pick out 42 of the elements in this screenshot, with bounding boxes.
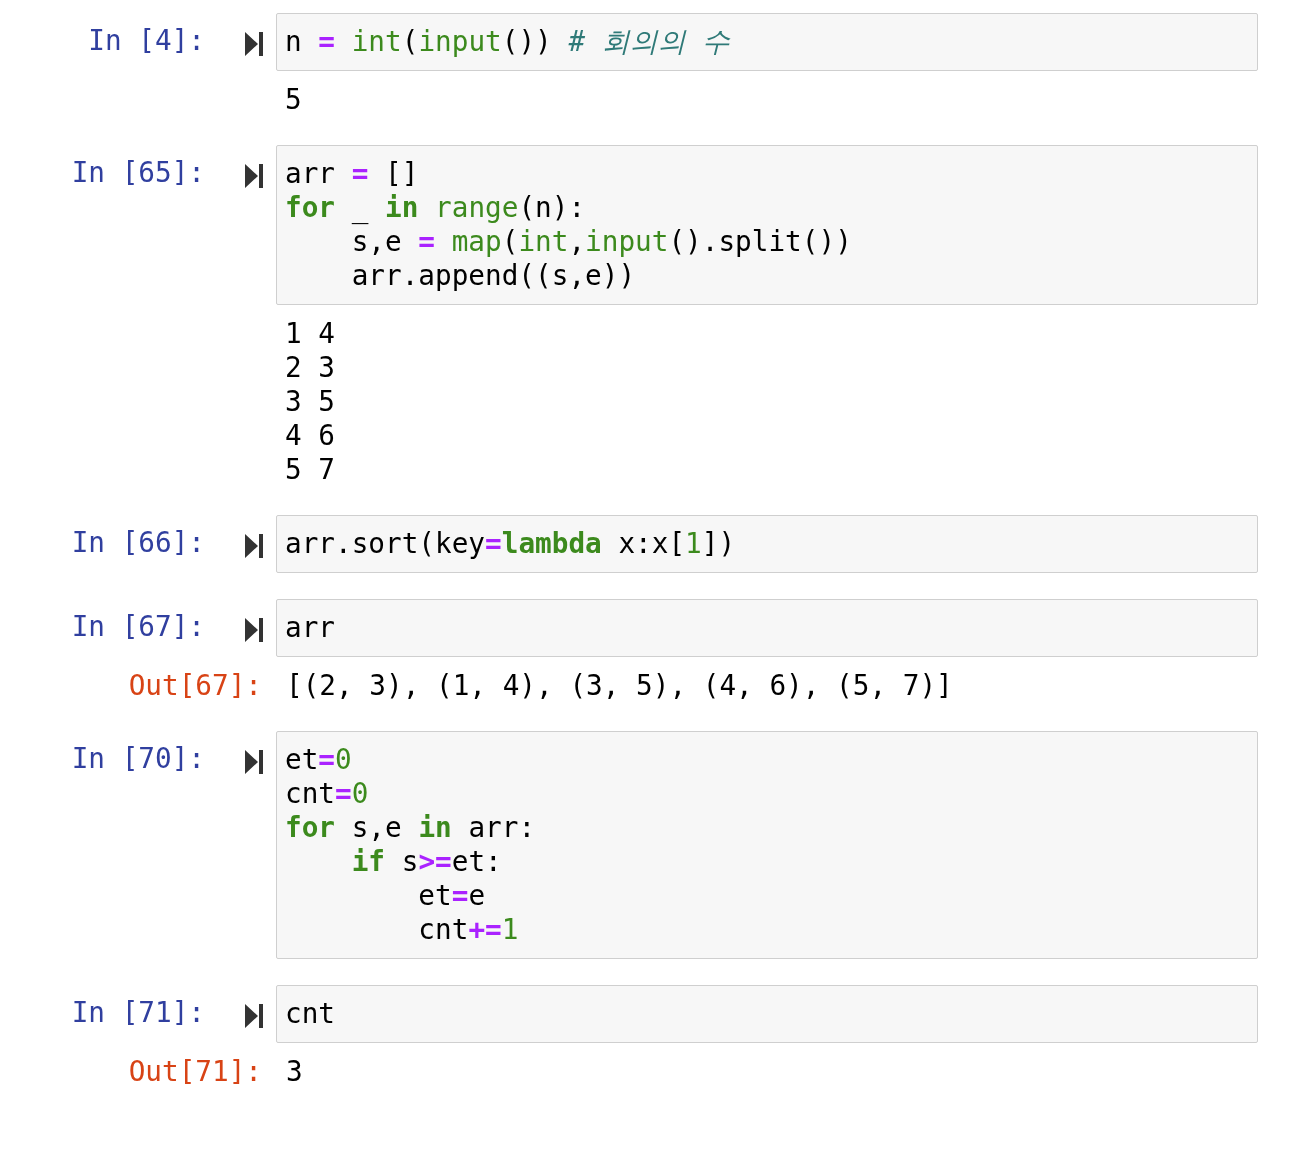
output-text: 1 4 (285, 317, 335, 351)
run-icon[interactable] (245, 750, 263, 774)
output-text: 2 3 (285, 351, 335, 385)
code-cell[interactable]: arr (276, 599, 1258, 657)
output-prompt: Out[71]: (127, 1055, 262, 1089)
output-text: [(2, 3), (1, 4), (3, 5), (4, 6), (5, 7)] (286, 669, 953, 703)
output-text: 4 6 (285, 419, 335, 453)
code-line: arr.append((s,e)) (350, 259, 637, 293)
code-line: cnt=0 (285, 777, 370, 811)
code-line: for s,e in arr: (285, 811, 537, 845)
code-cell[interactable]: cnt (276, 985, 1258, 1043)
input-prompt: In [70]: (70, 741, 205, 776)
input-prompt: In [67]: (70, 609, 205, 644)
code-line: s,e = map(int,input().split()) (350, 225, 853, 259)
code-cell[interactable]: n = int(input()) # 회의의 수 (276, 13, 1258, 71)
output-text: 5 7 (285, 453, 335, 487)
input-prompt: In [71]: (70, 995, 205, 1030)
run-icon[interactable] (245, 618, 263, 642)
code-line: for _ in range(n): (285, 191, 587, 225)
code-cell[interactable]: arr = [] for _ in range(n): s,e = map(int,input().split()) arr.append((s,e)) (276, 145, 1258, 305)
input-prompt: In [66]: (70, 525, 205, 560)
run-icon[interactable] (245, 534, 263, 558)
output-prompt: Out[67]: (127, 669, 262, 703)
output-text: 3 5 (285, 385, 335, 419)
code-line: et=e (417, 879, 487, 913)
code-line: n = int(input()) # 회의의 수 (285, 25, 732, 59)
output-text: 3 (286, 1055, 303, 1089)
run-icon[interactable] (245, 164, 263, 188)
code-line: if s>=et: (350, 845, 503, 879)
code-cell[interactable]: arr.sort(key=lambda x:x[1]) (276, 515, 1258, 573)
code-line: arr = [] (285, 157, 420, 191)
code-line: cnt+=1 (417, 913, 520, 947)
code-line: arr (285, 611, 336, 645)
input-prompt: In [65]: (70, 155, 205, 190)
code-line: arr.sort(key=lambda x:x[1]) (285, 527, 737, 561)
code-line: et=0 (285, 743, 353, 777)
run-icon[interactable] (245, 1004, 263, 1028)
code-cell[interactable]: et=0 cnt=0 for s,e in arr: if s>=et: et=e cnt+=1 (276, 731, 1258, 959)
output-text: 5 (285, 83, 302, 117)
run-icon[interactable] (245, 32, 263, 56)
input-prompt: In [4]: (87, 23, 205, 58)
code-line: cnt (285, 997, 336, 1031)
